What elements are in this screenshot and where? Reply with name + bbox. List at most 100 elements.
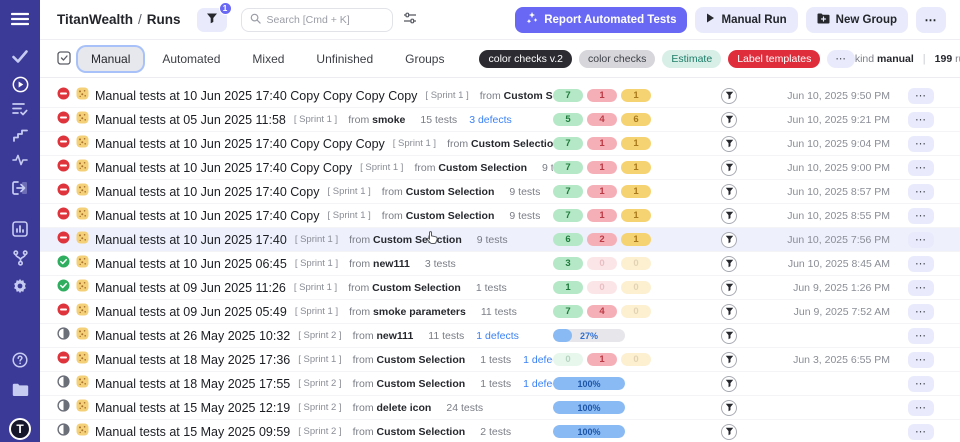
run-filter-funnel-icon[interactable] (721, 400, 737, 416)
run-row[interactable]: Manual tests at 18 May 2025 17:36[ Sprin… (40, 348, 960, 372)
run-row[interactable]: Manual tests at 18 May 2025 17:55[ Sprin… (40, 372, 960, 396)
tab-mixed[interactable]: Mixed (239, 47, 297, 71)
run-row[interactable]: Manual tests at 15 May 2025 09:59[ Sprin… (40, 420, 960, 442)
run-defects-link[interactable]: 1 defects (523, 378, 553, 390)
run-title[interactable]: Manual tests at 05 Jun 2025 11:58 (95, 113, 286, 127)
sidebar-item-help[interactable] (0, 352, 40, 368)
run-row[interactable]: Manual tests at 10 Jun 2025 17:40[ Sprin… (40, 228, 960, 252)
run-defects-link[interactable]: 1 defects (476, 330, 519, 342)
tab-groups[interactable]: Groups (392, 47, 457, 71)
tab-manual[interactable]: Manual (78, 47, 143, 71)
run-more-button[interactable]: ⋯ (908, 256, 934, 272)
run-title[interactable]: Manual tests at 09 Jun 2025 05:49 (95, 305, 287, 319)
run-title[interactable]: Manual tests at 15 May 2025 12:19 (95, 401, 290, 415)
run-more-button[interactable]: ⋯ (908, 304, 934, 320)
run-title[interactable]: Manual tests at 10 Jun 2025 17:40 (95, 233, 287, 247)
run-more-button[interactable]: ⋯ (908, 88, 934, 104)
run-filter-funnel-icon[interactable] (721, 304, 737, 320)
run-more-button[interactable]: ⋯ (908, 328, 934, 344)
run-more-button[interactable]: ⋯ (908, 208, 934, 224)
display-settings-button[interactable] (403, 12, 417, 27)
sidebar-item-folder[interactable] (0, 383, 40, 397)
run-filter-funnel-icon[interactable] (721, 160, 737, 176)
new-group-button[interactable]: New Group (806, 7, 908, 33)
run-title[interactable]: Manual tests at 26 May 2025 10:32 (95, 329, 290, 343)
run-more-button[interactable]: ⋯ (908, 160, 934, 176)
tab-unfinished[interactable]: Unfinished (303, 47, 386, 71)
sidebar-item-check[interactable] (0, 50, 40, 63)
sidebar-item-branch[interactable] (0, 250, 40, 266)
filter-tag[interactable]: color checks v.2 (479, 50, 572, 68)
breadcrumb-project[interactable]: TitanWealth (57, 12, 133, 27)
run-row[interactable]: Manual tests at 10 Jun 2025 17:40 Copy[ … (40, 180, 960, 204)
sidebar-item-list-check[interactable] (0, 102, 40, 116)
result-badges: 711 (553, 185, 703, 198)
report-automated-tests-button[interactable]: Report Automated Tests (515, 7, 687, 33)
search-box[interactable] (241, 8, 393, 32)
run-row[interactable]: Manual tests at 10 Jun 2025 06:45[ Sprin… (40, 252, 960, 276)
cookie-emoji-icon (76, 159, 89, 177)
filter-tag[interactable]: color checks (579, 50, 655, 68)
filter-tag[interactable]: Label templates (728, 50, 820, 68)
run-row[interactable]: Manual tests at 09 Jun 2025 05:49[ Sprin… (40, 300, 960, 324)
run-defects-link[interactable]: 3 defects (469, 114, 512, 126)
run-title[interactable]: Manual tests at 10 Jun 2025 06:45 (95, 257, 287, 271)
run-row[interactable]: Manual tests at 10 Jun 2025 17:40 Copy C… (40, 132, 960, 156)
run-more-button[interactable]: ⋯ (908, 352, 934, 368)
run-more-button[interactable]: ⋯ (908, 112, 934, 128)
filter-tags-more-button[interactable]: ⋯ (827, 50, 855, 68)
run-filter-funnel-icon[interactable] (721, 136, 737, 152)
run-more-button[interactable]: ⋯ (908, 184, 934, 200)
filter-button[interactable]: 1 (197, 8, 227, 32)
sidebar-item-menu[interactable] (0, 12, 40, 26)
run-filter-funnel-icon[interactable] (721, 232, 737, 248)
sidebar: T (0, 0, 40, 442)
run-row[interactable]: Manual tests at 15 May 2025 12:19[ Sprin… (40, 396, 960, 420)
run-filter-funnel-icon[interactable] (721, 352, 737, 368)
run-title[interactable]: Manual tests at 15 May 2025 09:59 (95, 425, 290, 439)
run-row[interactable]: Manual tests at 10 Jun 2025 17:40 Copy C… (40, 84, 960, 108)
sidebar-item-steps[interactable] (0, 128, 40, 142)
run-title[interactable]: Manual tests at 10 Jun 2025 17:40 Copy C… (95, 89, 417, 103)
search-input[interactable] (267, 14, 377, 26)
run-more-button[interactable]: ⋯ (908, 376, 934, 392)
select-all-button[interactable] (57, 51, 71, 68)
run-filter-funnel-icon[interactable] (721, 280, 737, 296)
run-title[interactable]: Manual tests at 18 May 2025 17:36 (95, 353, 290, 367)
run-filter-funnel-icon[interactable] (721, 328, 737, 344)
run-more-button[interactable]: ⋯ (908, 280, 934, 296)
sidebar-item-play-circle[interactable] (0, 76, 40, 93)
run-row[interactable]: Manual tests at 10 Jun 2025 17:40 Copy C… (40, 156, 960, 180)
run-title[interactable]: Manual tests at 10 Jun 2025 17:40 Copy (95, 209, 319, 223)
avatar[interactable]: T (9, 418, 31, 440)
run-title[interactable]: Manual tests at 18 May 2025 17:55 (95, 377, 290, 391)
run-more-button[interactable]: ⋯ (908, 400, 934, 416)
run-row[interactable]: Manual tests at 09 Jun 2025 11:26[ Sprin… (40, 276, 960, 300)
run-title[interactable]: Manual tests at 09 Jun 2025 11:26 (95, 281, 286, 295)
run-filter-funnel-icon[interactable] (721, 424, 737, 440)
run-title[interactable]: Manual tests at 10 Jun 2025 17:40 Copy (95, 185, 319, 199)
tab-automated[interactable]: Automated (149, 47, 233, 71)
run-more-button[interactable]: ⋯ (908, 424, 934, 440)
run-defects-link[interactable]: 1 defects (523, 354, 553, 366)
run-row[interactable]: Manual tests at 10 Jun 2025 17:40 Copy[ … (40, 204, 960, 228)
header-more-button[interactable]: ⋯ (916, 7, 946, 33)
run-more-button[interactable]: ⋯ (908, 136, 934, 152)
run-title[interactable]: Manual tests at 10 Jun 2025 17:40 Copy C… (95, 137, 385, 151)
sidebar-item-gear[interactable] (0, 278, 40, 294)
sidebar-item-activity[interactable] (0, 154, 40, 166)
run-title[interactable]: Manual tests at 10 Jun 2025 17:40 Copy C… (95, 161, 352, 175)
run-filter-funnel-icon[interactable] (721, 208, 737, 224)
sidebar-item-chart[interactable] (0, 221, 40, 237)
sidebar-item-exit-box[interactable] (0, 181, 40, 195)
run-filter-funnel-icon[interactable] (721, 376, 737, 392)
run-row[interactable]: Manual tests at 05 Jun 2025 11:58[ Sprin… (40, 108, 960, 132)
run-filter-funnel-icon[interactable] (721, 88, 737, 104)
manual-run-button[interactable]: Manual Run (695, 7, 797, 33)
run-filter-funnel-icon[interactable] (721, 112, 737, 128)
run-row[interactable]: Manual tests at 26 May 2025 10:32[ Sprin… (40, 324, 960, 348)
filter-tag[interactable]: Estimate (662, 50, 721, 68)
run-filter-funnel-icon[interactable] (721, 256, 737, 272)
run-more-button[interactable]: ⋯ (908, 232, 934, 248)
run-filter-funnel-icon[interactable] (721, 184, 737, 200)
